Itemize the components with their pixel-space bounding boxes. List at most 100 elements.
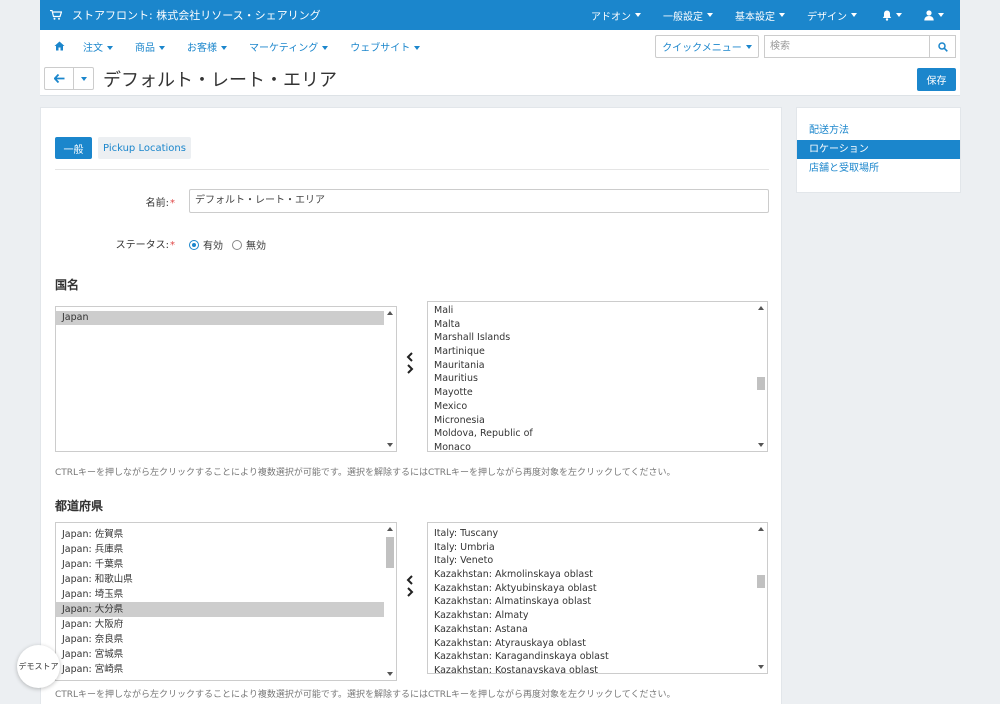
menu-basic-settings[interactable]: 基本設定 [724,0,796,30]
list-item-selected[interactable]: Japan: 大分県 [56,602,384,617]
scrollbar[interactable] [755,523,767,673]
scrollbar[interactable] [384,307,396,451]
tab-pickup-locations[interactable]: Pickup Locations [98,137,191,159]
scroll-down-icon [758,443,764,447]
main-panel: 一般 Pickup Locations 名前:* デフォルト・レート・エリア ス… [40,107,782,704]
tab-general[interactable]: 一般 [55,137,92,159]
sidebar-item-locations[interactable]: ロケーション [797,140,960,159]
selected-states-items: Japan: 佐賀県 Japan: 兵庫県 Japan: 千葉県 Japan: … [56,523,384,680]
move-left-icon[interactable] [406,575,414,585]
list-item[interactable]: Japan: 宮崎県 [56,662,384,677]
scroll-down-icon [387,672,393,676]
country-move-controls [406,352,414,374]
move-right-icon[interactable] [406,364,414,374]
list-item[interactable]: Japan: 宮城県 [56,647,384,662]
scroll-thumb[interactable] [757,377,765,390]
menu-design[interactable]: デザイン [796,0,868,30]
search-button[interactable] [929,35,956,58]
menu-general-settings[interactable]: 一般設定 [652,0,724,30]
list-item[interactable]: Moldova, Republic of [428,427,755,441]
chevron-down-icon [322,45,329,50]
available-states-list[interactable]: Italy: Tuscany Italy: Umbria Italy: Vene… [427,522,768,674]
list-item[interactable]: Japan: 佐賀県 [56,527,384,542]
scrollbar[interactable] [755,302,767,451]
list-item[interactable]: Japan: 埼玉県 [56,587,384,602]
list-item[interactable]: Mauritania [428,359,755,373]
move-left-icon[interactable] [406,352,414,362]
required-mark: * [170,198,175,209]
user-menu[interactable] [916,0,960,30]
scroll-down-icon [758,665,764,669]
move-right-icon[interactable] [406,587,414,597]
list-item[interactable]: Japan: 千葉県 [56,557,384,572]
list-item[interactable]: Kazakhstan: Akmolinskaya oblast [428,568,755,582]
list-item[interactable]: Kazakhstan: Atyrauskaya oblast [428,637,755,651]
nav-customers[interactable]: お客様 [176,39,238,54]
sidebar-item-shipping-methods[interactable]: 配送方法 [797,121,960,140]
name-field[interactable]: デフォルト・レート・エリア [189,189,769,213]
scrollbar[interactable] [384,523,396,680]
chevron-down-icon [851,13,857,17]
status-disabled-radio[interactable]: 無効 [232,237,266,252]
list-item[interactable]: Kazakhstan: Almaty [428,609,755,623]
top-bar: ストアフロント: 株式会社リソース・シェアリング アドオン 一般設定 基本設定 … [40,0,960,30]
back-button[interactable] [44,67,74,90]
scroll-thumb[interactable] [386,537,394,568]
selected-countries-list[interactable]: Japan [55,306,397,452]
nav-website[interactable]: ウェブサイト [339,39,431,54]
list-item[interactable]: Micronesia [428,414,755,428]
selected-states-list[interactable]: Japan: 佐賀県 Japan: 兵庫県 Japan: 千葉県 Japan: … [55,522,397,681]
list-item[interactable]: Kazakhstan: Karagandinskaya oblast [428,650,755,664]
list-item[interactable]: Italy: Veneto [428,554,755,568]
nav-products[interactable]: 商品 [124,39,176,54]
list-item[interactable]: Japan: 兵庫県 [56,542,384,557]
chevron-down-icon [938,13,944,17]
chevron-down-icon [107,45,113,50]
demo-store-badge[interactable]: デモストア [17,645,60,688]
save-button[interactable]: 保存 [917,68,956,91]
quick-menu-button[interactable]: クイックメニュー [655,35,759,58]
available-countries-items: Mali Malta Marshall Islands Martinique M… [428,302,755,451]
list-item[interactable]: Kazakhstan: Kostanayskaya oblast [428,664,755,673]
list-item[interactable]: Martinique [428,345,755,359]
available-countries-list[interactable]: Mali Malta Marshall Islands Martinique M… [427,301,768,452]
required-mark: * [170,240,175,251]
list-item[interactable]: Malta [428,318,755,332]
scroll-thumb[interactable] [757,575,765,588]
list-item[interactable]: Kazakhstan: Aktyubinskaya oblast [428,582,755,596]
header-panel: 注文 商品 お客様 マーケティング ウェブサイト クイックメニュー 検索 デフォ… [40,30,960,96]
list-item[interactable]: Monaco [428,441,755,451]
list-item[interactable]: Japan [56,311,384,325]
states-title: 都道府県 [55,499,104,513]
list-item[interactable]: Mali [428,304,755,318]
list-item[interactable]: Kazakhstan: Astana [428,623,755,637]
notifications-menu[interactable] [868,0,916,30]
status-active-radio[interactable]: 有効 [189,237,223,252]
search-input[interactable]: 検索 [764,35,929,58]
list-item[interactable]: Italy: Tuscany [428,527,755,541]
menu-addons[interactable]: アドオン [580,0,652,30]
list-item[interactable]: Japan: 和歌山県 [56,572,384,587]
state-help-text: CTRLキーを押しながら左クリックすることにより複数選択が可能です。選択を解除す… [55,690,676,700]
list-item[interactable]: Marshall Islands [428,331,755,345]
home-link[interactable] [46,41,72,51]
chevron-down-icon [221,45,227,50]
status-label: ステータス:* [115,240,175,251]
list-item[interactable]: Japan: 大阪府 [56,617,384,632]
list-item[interactable]: Italy: Umbria [428,541,755,555]
list-item[interactable]: Mauritius [428,372,755,386]
nav-marketing[interactable]: マーケティング [238,39,339,54]
list-item[interactable]: Mayotte [428,386,755,400]
list-item[interactable]: Japan: 奈良県 [56,632,384,647]
store-switcher[interactable]: ストアフロント: 株式会社リソース・シェアリング [40,7,321,23]
nav-orders[interactable]: 注文 [72,39,124,54]
sidebar-item-stores-pickup[interactable]: 店舗と受取場所 [797,159,960,178]
list-item[interactable]: Kazakhstan: Almatinskaya oblast [428,595,755,609]
list-item[interactable]: Mexico [428,400,755,414]
history-dropdown[interactable] [73,67,94,90]
chevron-down-icon [707,13,713,17]
country-help-text: CTRLキーを押しながら左クリックすることにより複数選択が可能です。選択を解除す… [55,468,676,478]
search-icon [937,41,948,52]
scroll-up-icon [758,527,764,531]
chevron-down-icon [159,45,165,50]
